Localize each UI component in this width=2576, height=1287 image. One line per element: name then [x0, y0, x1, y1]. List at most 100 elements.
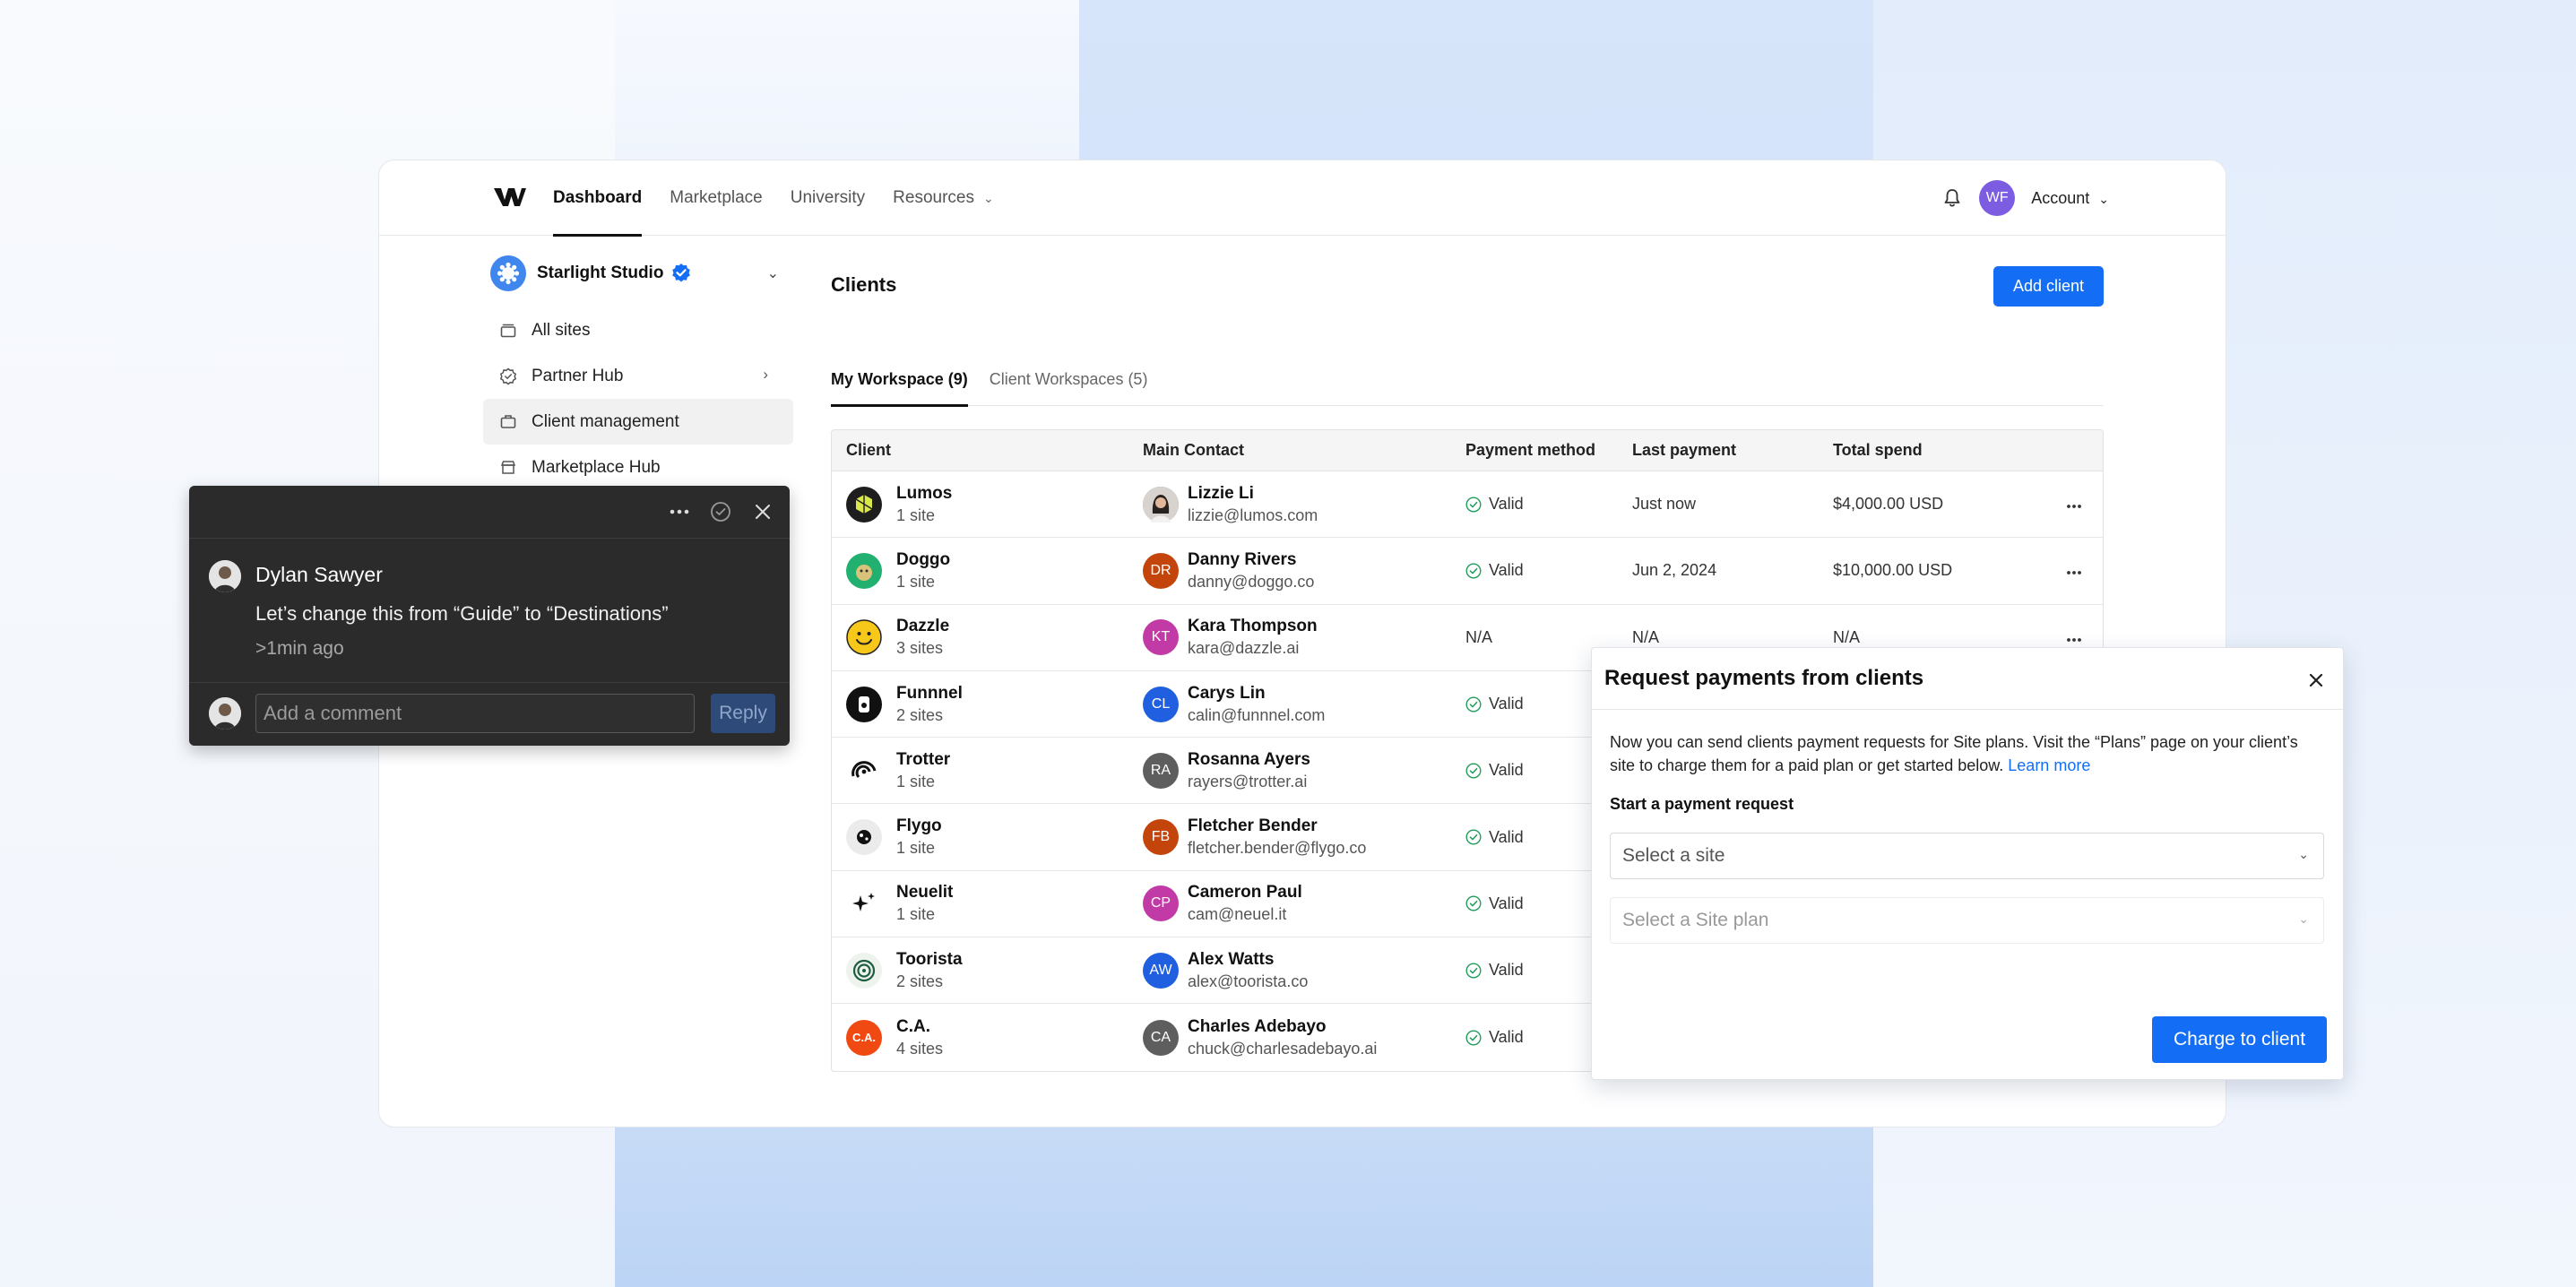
briefcase-icon	[499, 413, 517, 431]
contact-cell: KT Kara Thompson kara@dazzle.ai	[1143, 616, 1318, 659]
nav-link-marketplace[interactable]: Marketplace	[670, 160, 763, 236]
payment-status: Valid	[1489, 1028, 1524, 1047]
close-icon[interactable]	[751, 500, 774, 523]
contact-email: cam@neuel.it	[1188, 905, 1287, 924]
client-site-count: 4 sites	[896, 1039, 944, 1058]
comment-input[interactable]	[255, 694, 695, 733]
contact-email: chuck@charlesadebayo.ai	[1188, 1039, 1378, 1058]
resolve-check-icon[interactable]	[709, 500, 732, 523]
client-name[interactable]: Lumos	[896, 483, 952, 505]
learn-more-link[interactable]: Learn more	[2008, 756, 2090, 774]
reply-button[interactable]: Reply	[711, 694, 775, 733]
contact-initials: AW	[1149, 962, 1172, 978]
client-site-count: 1 site	[896, 572, 936, 591]
payment-status: Valid	[1489, 561, 1524, 580]
nav-link-resources[interactable]: Resources ⌄	[893, 160, 994, 236]
contact-initials: CP	[1150, 895, 1171, 911]
client-name[interactable]: Toorista	[896, 949, 963, 971]
payment-status: Valid	[1489, 695, 1524, 713]
client-name[interactable]: Funnnel	[896, 683, 963, 704]
contact-initials: RA	[1150, 762, 1171, 778]
payment-method-cell: Valid	[1465, 828, 1524, 847]
contact-name: Carys Lin	[1188, 683, 1266, 703]
section-label: Start a payment request	[1610, 795, 1794, 813]
comment-popover: Dylan Sawyer Let’s change this from “Gui…	[189, 486, 790, 746]
column-header: Payment method	[1465, 441, 1596, 459]
client-logo-text: C.A.	[852, 1031, 876, 1045]
add-client-button[interactable]: Add client	[1993, 266, 2104, 307]
comment-toolbar	[189, 486, 790, 538]
client-name[interactable]: Doggo	[896, 549, 950, 571]
contact-initials: CA	[1150, 1029, 1171, 1045]
payment-method-cell: Valid	[1465, 495, 1524, 514]
contact-initials: KT	[1151, 629, 1171, 645]
total-spend: $4,000.00 USD	[1833, 495, 1944, 514]
account-menu[interactable]: Account ⌄	[2031, 189, 2109, 208]
total-spend: $10,000.00 USD	[1833, 561, 1953, 580]
chevron-down-icon: ⌄	[982, 190, 994, 205]
client-name[interactable]: Trotter	[896, 749, 950, 771]
chevron-down-icon[interactable]: ⌄	[767, 264, 779, 282]
divider	[189, 682, 790, 683]
payment-status: N/A	[1465, 627, 1493, 646]
payment-status: Valid	[1489, 495, 1524, 514]
table-row[interactable]: Lumos 1 site Lizzie Li lizzie@lumos.com Vali…	[832, 471, 2103, 539]
client-name[interactable]: Dazzle	[896, 616, 949, 637]
check-circle-icon	[1465, 763, 1489, 779]
contact-cell: DR Danny Rivers danny@doggo.co	[1143, 549, 1314, 592]
bell-icon[interactable]	[1943, 188, 1961, 208]
row-more-options-icon[interactable]	[2066, 560, 2082, 581]
select-site-dropdown[interactable]: Select a site ⌄	[1610, 833, 2324, 879]
sidebar-item-label: Marketplace Hub	[532, 457, 661, 477]
tab-client-workspaces[interactable]: Client Workspaces (5)	[990, 352, 1148, 406]
last-payment: N/A	[1632, 627, 1660, 646]
table-row[interactable]: Doggo 1 site DR Danny Rivers danny@doggo.co V…	[832, 538, 2103, 605]
client-logo	[846, 619, 882, 655]
payment-status: Valid	[1489, 827, 1524, 846]
select-plan-dropdown[interactable]: Select a Site plan ⌄	[1610, 897, 2324, 944]
contact-name: Lizzie Li	[1188, 483, 1254, 503]
nav-link-dashboard[interactable]: Dashboard	[553, 160, 643, 237]
last-payment: Jun 2, 2024	[1632, 561, 1717, 580]
nav-link-university[interactable]: University	[791, 160, 865, 236]
webflow-logo-icon[interactable]	[494, 186, 526, 209]
client-name[interactable]: C.A.	[896, 1016, 943, 1038]
more-options-icon[interactable]	[666, 500, 693, 523]
check-circle-icon	[1465, 1030, 1489, 1046]
contact-avatar: CP	[1143, 885, 1179, 922]
charge-to-client-button[interactable]: Charge to client	[2152, 1016, 2327, 1063]
sidebar-item-partner-hub[interactable]: Partner Hub ›	[483, 353, 793, 399]
client-name[interactable]: Flygo	[896, 816, 942, 837]
commenter-avatar	[209, 560, 241, 592]
contact-initials: DR	[1150, 562, 1171, 578]
payment-status: Valid	[1489, 761, 1524, 780]
row-more-options-icon[interactable]	[2066, 627, 2082, 648]
row-more-options-icon[interactable]	[2066, 494, 2082, 514]
contact-email: danny@doggo.co	[1188, 572, 1315, 591]
chevron-down-icon: ⌄	[2298, 911, 2309, 926]
divider	[189, 538, 790, 539]
contact-cell: Lizzie Li lizzie@lumos.com	[1143, 483, 1318, 526]
contact-email: rayers@trotter.ai	[1188, 772, 1308, 790]
tab-my-workspace[interactable]: My Workspace (9)	[831, 352, 968, 407]
contact-name: Kara Thompson	[1188, 617, 1318, 636]
divider	[1592, 709, 2343, 710]
workspace-switcher[interactable]: Starlight Studio ⌄	[483, 254, 793, 293]
check-circle-icon	[1465, 829, 1489, 845]
page-title: Clients	[831, 273, 897, 296]
contact-initials: FB	[1151, 829, 1171, 845]
contact-name: Fletcher Bender	[1188, 816, 1318, 836]
sidebar-item-all-sites[interactable]: All sites	[483, 307, 793, 353]
table-header: Client Main Contact Payment method Last pay…	[832, 430, 2103, 471]
sidebar-item-label: Client management	[532, 411, 679, 431]
contact-name: Charles Adebayo	[1188, 1016, 1327, 1036]
user-avatar[interactable]: WF	[1979, 180, 2016, 216]
studio-logo-icon	[490, 255, 526, 291]
sidebar-item-client-management[interactable]: Client management	[483, 399, 793, 445]
sidebar-item-marketplace-hub[interactable]: Marketplace Hub	[483, 445, 793, 490]
client-cell: Trotter 1 site	[846, 749, 950, 792]
client-cell: Lumos 1 site	[846, 483, 952, 526]
client-name[interactable]: Neuelit	[896, 882, 953, 903]
comment-time: >1min ago	[255, 638, 344, 659]
close-icon[interactable]	[2307, 671, 2325, 689]
